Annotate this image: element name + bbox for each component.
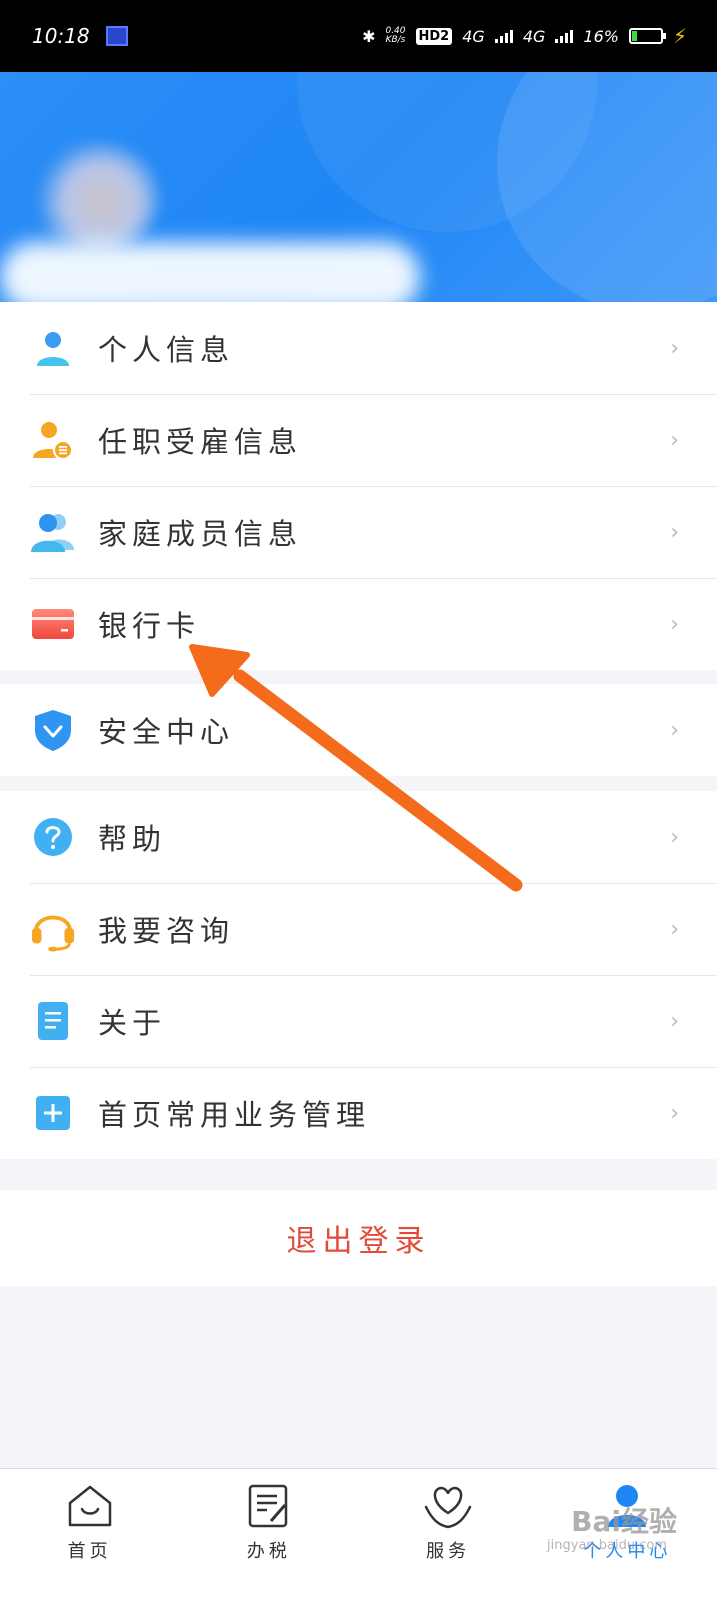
headset-icon <box>30 906 76 952</box>
menu-item-personal-info[interactable]: 个人信息 › <box>0 302 717 394</box>
nav-home[interactable]: 首页 <box>0 1469 179 1601</box>
menu-item-help[interactable]: 帮助 › <box>0 791 717 883</box>
hd-badge: HD2 <box>415 27 453 45</box>
nav-label: 首页 <box>67 1541 112 1562</box>
menu-item-bank-card[interactable]: 银行卡 › <box>0 578 717 670</box>
status-time: 10:18 <box>32 24 90 48</box>
profile-header <box>0 72 717 302</box>
chevron-right-icon: › <box>670 824 679 850</box>
nav-service[interactable]: 服务 <box>359 1469 538 1601</box>
home-icon <box>66 1483 114 1533</box>
family-icon <box>30 509 76 555</box>
menu-group-personal: 个人信息 › 任职受雇信息 › 家庭成员信息 › 银行卡 › <box>0 302 717 670</box>
chevron-right-icon: › <box>670 717 679 743</box>
plus-icon <box>30 1090 76 1136</box>
chevron-right-icon: › <box>670 335 679 361</box>
logout-button[interactable]: 退出登录 <box>0 1190 717 1286</box>
chevron-right-icon: › <box>670 519 679 545</box>
signal-2: 4G <box>522 26 546 46</box>
menu-group-security: 安全中心 › <box>0 684 717 776</box>
chevron-right-icon: › <box>670 916 679 942</box>
charging-icon: ⚡ <box>672 24 687 48</box>
bank-card-icon <box>30 601 76 647</box>
menu-label: 我要咨询 <box>98 914 235 948</box>
user-name-blurred <box>0 242 420 302</box>
menu-group-support: 帮助 › 我要咨询 › 关于 › 首页常用业务管理 › <box>0 791 717 1159</box>
menu-label: 首页常用业务管理 <box>98 1098 371 1132</box>
employment-icon <box>30 417 76 463</box>
menu-label: 银行卡 <box>98 609 201 643</box>
menu-label: 任职受雇信息 <box>98 425 303 459</box>
person-icon <box>30 325 76 371</box>
notification-app-icon <box>105 26 128 46</box>
help-icon <box>30 814 76 860</box>
nav-label: 服务 <box>426 1541 471 1562</box>
chevron-right-icon: › <box>670 1008 679 1034</box>
nav-tax[interactable]: 办税 <box>179 1469 358 1601</box>
menu-item-family-info[interactable]: 家庭成员信息 › <box>0 486 717 578</box>
document-icon <box>30 998 76 1044</box>
nav-label: 办税 <box>246 1541 291 1562</box>
menu-label: 关于 <box>98 1006 167 1040</box>
avatar[interactable] <box>30 142 160 252</box>
status-bar: 10:18 ✱ 0.40 KB/s HD2 4G 4G 16% ⚡ <box>0 0 717 72</box>
menu-label: 个人信息 <box>98 333 235 367</box>
signal-1: 4G <box>462 26 485 46</box>
chevron-right-icon: › <box>670 1100 679 1126</box>
menu-item-consult[interactable]: 我要咨询 › <box>0 883 717 975</box>
menu-label: 安全中心 <box>98 715 235 749</box>
menu-item-about[interactable]: 关于 › <box>0 975 717 1067</box>
battery-icon <box>628 28 666 44</box>
battery-percent: 16% <box>583 26 619 46</box>
watermark-logo: Bai经验 <box>571 1505 677 1538</box>
menu-item-security-center[interactable]: 安全中心 › <box>0 684 717 776</box>
signal-bars-icon <box>494 29 513 43</box>
service-heart-icon <box>422 1483 474 1533</box>
menu-label: 帮助 <box>98 822 167 856</box>
signal-bars-icon <box>555 29 574 43</box>
net-speed: 0.40 KB/s <box>385 26 406 45</box>
bluetooth-icon: ✱ <box>362 26 376 46</box>
menu-label: 家庭成员信息 <box>98 517 303 551</box>
shield-icon <box>30 707 76 753</box>
menu-item-employment-info[interactable]: 任职受雇信息 › <box>0 394 717 486</box>
watermark-url: jingyan.baidu.com <box>547 1538 667 1553</box>
menu-item-home-service-management[interactable]: 首页常用业务管理 › <box>0 1067 717 1159</box>
chevron-right-icon: › <box>670 611 679 637</box>
tax-icon <box>245 1483 293 1533</box>
chevron-right-icon: › <box>670 427 679 453</box>
